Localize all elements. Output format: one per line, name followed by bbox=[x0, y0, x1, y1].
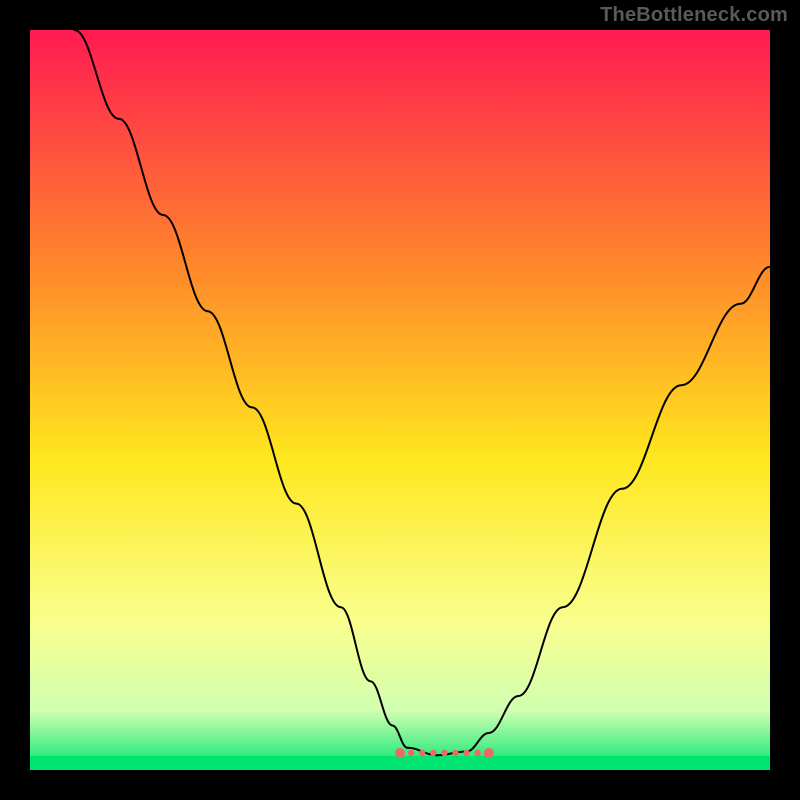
optimal-marker bbox=[463, 750, 469, 756]
optimal-marker bbox=[419, 750, 425, 756]
plot-background bbox=[30, 30, 770, 770]
optimal-marker bbox=[441, 750, 447, 756]
optimal-marker bbox=[395, 748, 405, 758]
baseline-strip bbox=[30, 756, 770, 770]
watermark-text: TheBottleneck.com bbox=[600, 4, 788, 27]
bottleneck-chart bbox=[0, 0, 800, 800]
chart-container: TheBottleneck.com bbox=[0, 0, 800, 800]
optimal-marker bbox=[452, 750, 458, 756]
optimal-marker bbox=[475, 750, 481, 756]
optimal-marker bbox=[484, 748, 494, 758]
optimal-marker bbox=[408, 750, 414, 756]
optimal-marker bbox=[430, 750, 436, 756]
